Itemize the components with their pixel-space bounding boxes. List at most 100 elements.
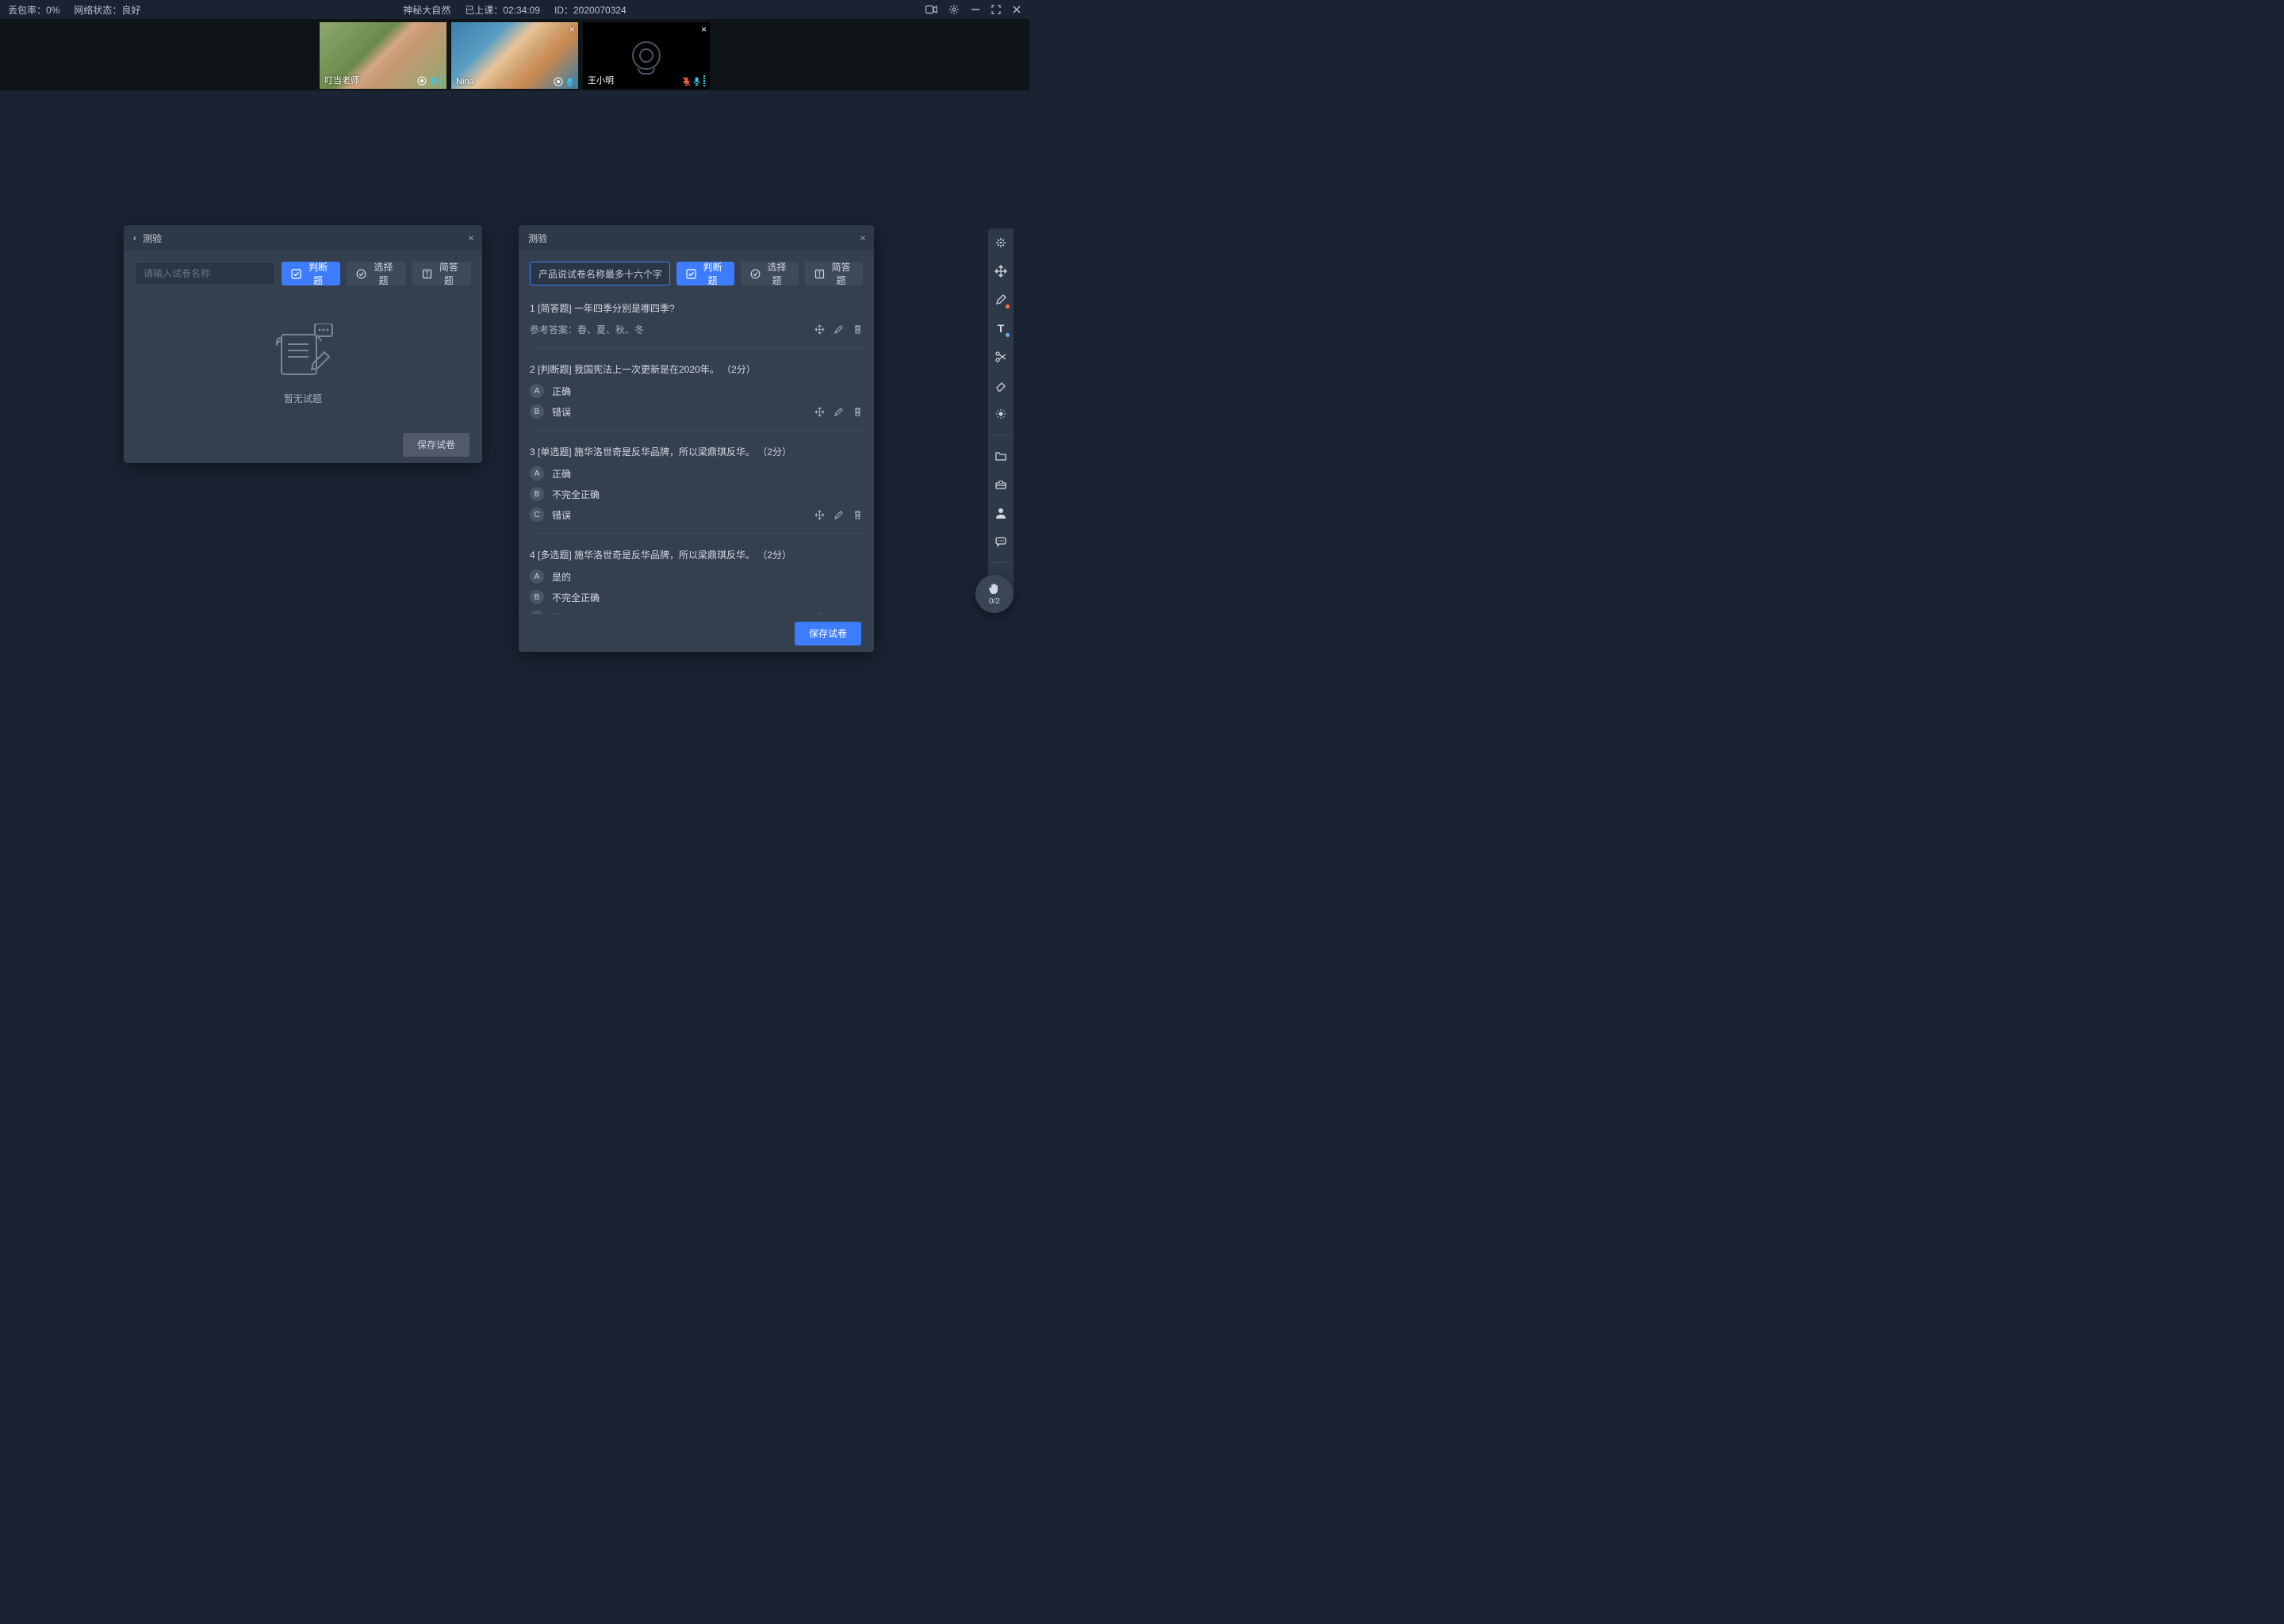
choice-button[interactable]: 选择题 [741, 262, 799, 285]
checkbox-icon [686, 269, 696, 279]
brightness-icon[interactable] [993, 406, 1009, 422]
close-icon[interactable]: × [860, 232, 866, 244]
session-id-label: ID：2020070324 [554, 3, 627, 17]
move-icon[interactable] [993, 263, 1009, 279]
scissors-icon[interactable] [993, 349, 1009, 365]
trash-icon[interactable] [852, 406, 863, 417]
quiz-panel-populated: 测验 × 判断题 选择题 T 简答题 1 [简答题] 一年四季分别是哪四季? 参考… [519, 225, 874, 652]
radio-icon [356, 269, 366, 279]
tile-close-icon[interactable]: × [569, 24, 575, 35]
mic-icon [693, 77, 700, 86]
top-bar: 丢包率：0% 网络状态：良好 神秘大自然 已上课：02:34:09 ID：202… [0, 0, 1029, 19]
option-badge: B [530, 404, 544, 419]
network-status-label: 网络状态：良好 [74, 3, 140, 17]
svg-text:T: T [425, 270, 429, 278]
packet-loss-label: 丢包率：0% [8, 3, 59, 17]
quiz-name-input[interactable] [135, 262, 275, 285]
quiz-panel-empty: ‹ 测验 × 判断题 选择题 T 简答题 [124, 225, 482, 463]
mic-icon [566, 78, 573, 86]
truefalse-button[interactable]: 判断题 [676, 262, 734, 285]
empty-state: 暂无试题 [135, 297, 471, 425]
camera-icon[interactable] [925, 5, 937, 14]
option-badge: B [530, 487, 544, 501]
option-badge: A [530, 466, 544, 481]
option-badge: C [530, 508, 544, 522]
camera-off-icon [632, 41, 661, 70]
toolbox-icon[interactable] [993, 477, 1009, 492]
participant-name: 王小明 [588, 74, 614, 86]
save-quiz-button[interactable]: 保存试卷 [795, 622, 861, 645]
quiz-name-input[interactable] [530, 262, 670, 285]
chat-icon[interactable] [993, 534, 1009, 550]
question-title: 1 [简答题] 一年四季分别是哪四季? [530, 301, 863, 315]
video-tile[interactable]: × Nina [451, 22, 578, 89]
option-text: 正确 [552, 385, 571, 398]
panel-header: 测验 × [519, 225, 874, 251]
truefalse-button[interactable]: 判断题 [282, 262, 340, 285]
hand-raise-button[interactable]: 0/2 [975, 575, 1014, 613]
participant-name: 叮当老师 [324, 74, 359, 86]
checkbox-icon [291, 269, 301, 279]
option-badge: B [530, 590, 544, 604]
edit-icon[interactable] [833, 406, 844, 417]
close-icon[interactable]: × [468, 232, 474, 244]
close-icon[interactable] [1012, 5, 1021, 14]
svg-text:T: T [818, 270, 822, 278]
save-quiz-button[interactable]: 保存试卷 [403, 433, 469, 457]
option-text: 错误 [552, 508, 571, 522]
question-title: 2 [判断题] 我国宪法上一次更新是在2020年。 （2分） [530, 362, 863, 376]
choice-button[interactable]: 选择题 [347, 262, 405, 285]
answer-text: 参考答案：春、夏、秋、冬 [530, 323, 644, 336]
question-title: 3 [单选题] 施华洛世奇是反华品牌，所以梁鼎琪反华。 （2分） [530, 445, 863, 458]
empty-illustration-icon [269, 324, 337, 381]
eraser-icon[interactable] [993, 377, 1009, 393]
shortanswer-button[interactable]: T 简答题 [805, 262, 863, 285]
cursor-icon[interactable] [993, 235, 1009, 251]
panel-header: ‹ 测验 × [124, 225, 482, 251]
shortanswer-button[interactable]: T 简答题 [412, 262, 471, 285]
video-strip: 叮当老师 × Nina × 王小明 [0, 19, 1029, 90]
volume-bars-icon [440, 75, 442, 86]
target-icon [554, 77, 563, 86]
question-item: 4 [多选题] 施华洛世奇是反华品牌，所以梁鼎琪反华。 （2分）A是的B不完全正… [530, 543, 863, 614]
folder-icon[interactable] [993, 448, 1009, 464]
panel-title: 测验 [143, 232, 162, 245]
option-text: 正确 [552, 467, 571, 481]
move-icon[interactable] [814, 406, 825, 417]
text-tool-icon[interactable]: T [993, 320, 1009, 336]
empty-text: 暂无试题 [284, 392, 322, 405]
video-tile[interactable]: × 王小明 [583, 22, 710, 89]
trash-icon[interactable] [852, 509, 863, 520]
hand-count: 0/2 [989, 597, 1000, 606]
trash-icon[interactable] [852, 324, 863, 335]
maximize-icon[interactable] [991, 5, 1001, 14]
class-title: 神秘大自然 [403, 3, 450, 17]
video-tile[interactable]: 叮当老师 [320, 22, 446, 89]
user-icon[interactable] [993, 505, 1009, 521]
option-text: 不完全正确 [552, 488, 600, 501]
move-icon[interactable] [814, 324, 825, 335]
option-badge: A [530, 569, 544, 584]
mic-icon [430, 77, 437, 86]
volume-bars-icon [703, 75, 705, 86]
back-icon[interactable]: ‹ [133, 232, 136, 243]
option-badge: A [530, 384, 544, 398]
panel-title: 测验 [528, 232, 547, 245]
edit-icon[interactable] [833, 509, 844, 520]
option-text: 错误 [552, 405, 571, 419]
question-item: 1 [简答题] 一年四季分别是哪四季? 参考答案：春、夏、秋、冬 [530, 297, 863, 348]
option-text: 是的 [552, 570, 571, 584]
target-icon [417, 76, 427, 86]
mic-muted-icon [683, 77, 690, 86]
minimize-icon[interactable] [971, 5, 980, 14]
edit-icon[interactable] [833, 324, 844, 335]
question-title: 4 [多选题] 施华洛世奇是反华品牌，所以梁鼎琪反华。 （2分） [530, 548, 863, 561]
gear-icon[interactable] [948, 4, 960, 15]
pen-icon[interactable] [993, 292, 1009, 308]
tile-close-icon[interactable]: × [701, 24, 707, 35]
svg-text:T: T [998, 322, 1005, 335]
elapsed-label: 已上课：02:34:09 [465, 3, 540, 17]
move-icon[interactable] [814, 509, 825, 520]
radio-icon [750, 269, 761, 279]
hand-icon [987, 582, 1002, 596]
